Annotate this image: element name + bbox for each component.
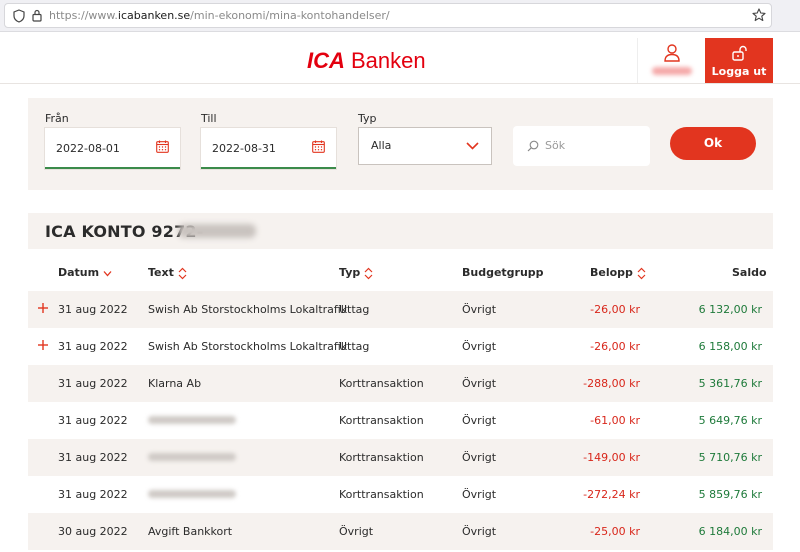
row-balance: 5 710,76 kr	[698, 451, 762, 464]
profile-button[interactable]	[637, 38, 705, 83]
site-header: ICA Banken Logga ut	[0, 38, 800, 84]
row-date: 31 aug 2022	[58, 488, 128, 501]
row-date: 31 aug 2022	[58, 303, 128, 316]
row-balance: 6 184,00 kr	[698, 525, 762, 538]
sort-icon[interactable]	[364, 267, 373, 280]
row-budget: Övrigt	[462, 525, 497, 538]
table-row[interactable]: 31 aug 2022 Klarna Ab Korttransaktion Öv…	[28, 365, 773, 402]
row-text-redacted	[148, 416, 236, 424]
browser-toolbar: https://www.icabanken.se/min-ekonomi/min…	[0, 0, 800, 32]
row-text-redacted	[148, 490, 236, 498]
account-header: ICA KONTO 9272-	[28, 213, 773, 249]
row-amount: -61,00 kr	[590, 414, 640, 427]
row-type: Korttransaktion	[339, 488, 424, 501]
column-header-amount[interactable]: Belopp	[590, 266, 646, 280]
shield-icon[interactable]	[13, 9, 25, 23]
row-budget: Övrigt	[462, 377, 497, 390]
row-date: 31 aug 2022	[58, 340, 128, 353]
table-row[interactable]: 31 aug 2022 Korttransaktion Övrigt -149,…	[28, 439, 773, 476]
row-budget: Övrigt	[462, 488, 497, 501]
row-text: Swish Ab Storstockholms Lokaltrafik	[148, 303, 348, 316]
type-select-value: Alla	[371, 139, 392, 152]
ok-button[interactable]: Ok	[670, 127, 756, 160]
row-date: 31 aug 2022	[58, 377, 128, 390]
row-text: Klarna Ab	[148, 377, 202, 390]
row-amount: -288,00 kr	[583, 377, 640, 390]
to-date-field[interactable]: 2022-08-31	[201, 128, 336, 169]
row-budget: Övrigt	[462, 451, 497, 464]
type-select[interactable]: Alla	[358, 127, 492, 165]
to-date-value: 2022-08-31	[212, 142, 276, 155]
search-input[interactable]: Sök	[513, 126, 650, 166]
row-type: Korttransaktion	[339, 451, 424, 464]
calendar-icon[interactable]	[312, 140, 325, 153]
search-icon	[527, 140, 539, 152]
row-amount: -26,00 kr	[590, 340, 640, 353]
logout-label: Logga ut	[711, 65, 767, 78]
column-header-text[interactable]: Text	[148, 266, 187, 280]
from-label: Från	[45, 112, 69, 125]
sort-icon[interactable]	[637, 267, 646, 280]
from-date-field[interactable]: 2022-08-01	[45, 128, 180, 169]
calendar-icon[interactable]	[156, 140, 169, 153]
expand-plus-icon[interactable]	[38, 340, 48, 350]
from-date-value: 2022-08-01	[56, 142, 120, 155]
table-row[interactable]: 31 aug 2022 Swish Ab Storstockholms Loka…	[28, 291, 773, 328]
address-bar[interactable]: https://www.icabanken.se/min-ekonomi/min…	[4, 3, 772, 28]
row-budget: Övrigt	[462, 340, 497, 353]
chevron-down-icon	[466, 142, 479, 150]
row-balance: 5 361,76 kr	[698, 377, 762, 390]
unlock-icon	[732, 45, 747, 61]
table-row[interactable]: 31 aug 2022 Korttransaktion Övrigt -272,…	[28, 476, 773, 513]
row-text: Avgift Bankkort	[148, 525, 233, 538]
account-number-redacted	[178, 224, 256, 238]
row-balance: 5 649,76 kr	[698, 414, 762, 427]
row-date: 30 aug 2022	[58, 525, 128, 538]
table-row[interactable]: 31 aug 2022 Swish Ab Storstockholms Loka…	[28, 328, 773, 365]
row-text: Swish Ab Storstockholms Lokaltrafik	[148, 340, 348, 353]
column-header-balance: Saldo	[732, 266, 767, 279]
url-text: https://www.icabanken.se/min-ekonomi/min…	[49, 9, 390, 22]
sort-descending-icon[interactable]	[103, 270, 112, 277]
row-balance: 6 132,00 kr	[698, 303, 762, 316]
bookmark-star-icon[interactable]	[752, 8, 766, 22]
row-balance: 5 859,76 kr	[698, 488, 762, 501]
row-type: Korttransaktion	[339, 414, 424, 427]
column-header-budget: Budgetgrupp	[462, 266, 544, 279]
row-type: Korttransaktion	[339, 377, 424, 390]
row-type: Övrigt	[339, 525, 374, 538]
row-balance: 6 158,00 kr	[698, 340, 762, 353]
profile-name-redacted	[652, 67, 692, 75]
table-row[interactable]: 31 aug 2022 Korttransaktion Övrigt -61,0…	[28, 402, 773, 439]
row-date: 31 aug 2022	[58, 414, 128, 427]
row-type: Uttag	[339, 340, 370, 353]
expand-plus-icon[interactable]	[38, 303, 48, 313]
ica-banken-logo[interactable]: ICA Banken	[307, 48, 426, 74]
column-header-date[interactable]: Datum	[58, 266, 112, 279]
row-budget: Övrigt	[462, 303, 497, 316]
row-date: 31 aug 2022	[58, 451, 128, 464]
lock-icon[interactable]	[32, 9, 42, 22]
filter-panel: Från 2022-08-01 Till 2022-08-31 Typ Alla…	[28, 98, 773, 190]
row-amount: -25,00 kr	[590, 525, 640, 538]
row-budget: Övrigt	[462, 414, 497, 427]
column-header-type[interactable]: Typ	[339, 266, 373, 280]
row-amount: -272,24 kr	[583, 488, 640, 501]
row-amount: -149,00 kr	[583, 451, 640, 464]
row-amount: -26,00 kr	[590, 303, 640, 316]
to-label: Till	[201, 112, 217, 125]
type-label: Typ	[358, 112, 377, 125]
table-row[interactable]: 30 aug 2022 Avgift Bankkort Övrigt Övrig…	[28, 513, 773, 550]
sort-icon[interactable]	[178, 267, 187, 280]
person-icon	[664, 44, 680, 62]
row-type: Uttag	[339, 303, 370, 316]
search-placeholder: Sök	[545, 139, 566, 152]
row-text-redacted	[148, 453, 236, 461]
logout-button[interactable]: Logga ut	[705, 38, 773, 83]
